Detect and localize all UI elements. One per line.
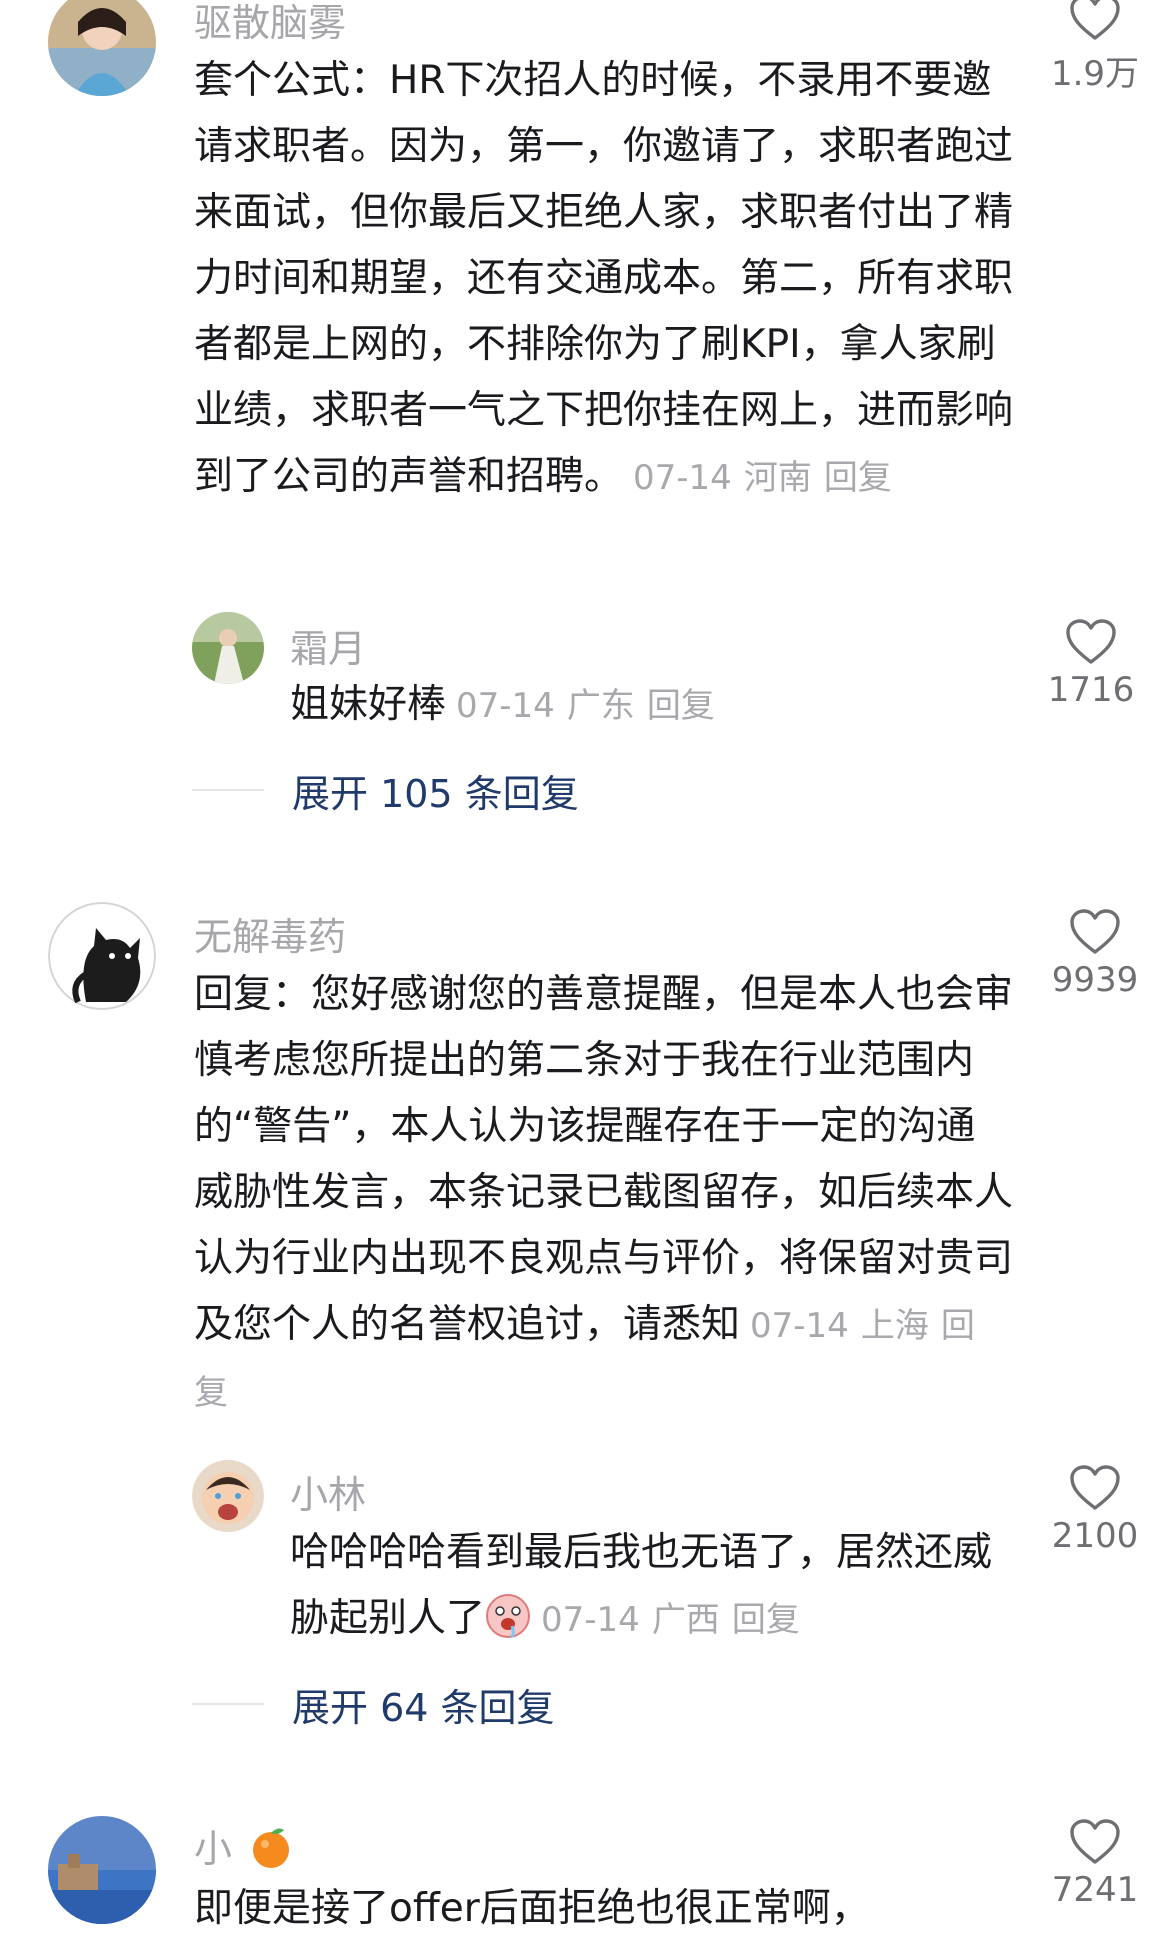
comment-username[interactable]: 驱散脑雾 bbox=[194, 0, 346, 47]
heart-icon bbox=[1070, 1465, 1120, 1510]
comment-body: 回复：您好感谢您的善意提醒，但是本人也会审慎考虑您所提出的第二条对于我在行业范围… bbox=[194, 972, 1014, 1347]
reply-location: 广西 bbox=[651, 1600, 720, 1640]
reply-body: 姐妹好棒 bbox=[290, 682, 447, 727]
expand-replies-label: 展开 105 条回复 bbox=[292, 771, 579, 816]
reply-meta: 07-14 广西 回复 bbox=[541, 1600, 812, 1640]
like-count: 2100 bbox=[1051, 1516, 1139, 1556]
like-count: 1.9万 bbox=[1050, 54, 1140, 94]
expand-replies-label: 展开 64 条回复 bbox=[292, 1685, 555, 1730]
like-button[interactable]: 1.9万 bbox=[1040, 0, 1150, 95]
comment-body: 即便是接了offer后面拒绝也很正常啊， bbox=[194, 1886, 870, 1931]
like-button[interactable]: 7241 bbox=[1040, 1818, 1150, 1952]
avatar[interactable] bbox=[48, 0, 156, 96]
orange-emoji-icon bbox=[253, 1828, 290, 1868]
reply-link[interactable]: 回复 bbox=[824, 458, 892, 498]
comment-text: 即便是接了offer后面拒绝也很正常啊， bbox=[194, 1876, 1014, 1952]
comment-date: 07-14 bbox=[633, 458, 732, 498]
like-count: 7241 bbox=[1051, 1870, 1139, 1910]
avatar[interactable] bbox=[48, 902, 156, 1010]
heart-icon bbox=[1070, 909, 1120, 954]
reply-text: 哈哈哈哈看到最后我也无语了，居然还威胁起别人了 07-14 广西 回复 bbox=[290, 1520, 1010, 1653]
comment-body: 套个公式：HR下次招人的时候，不录用不要邀请求职者。因为，第一，你邀请了，求职者… bbox=[194, 58, 1014, 499]
expand-replies-button[interactable]: 展开 105 条回复 bbox=[192, 760, 579, 820]
like-count: 1716 bbox=[1047, 670, 1135, 710]
comment-username[interactable]: 小 bbox=[194, 1818, 294, 1873]
expand-replies-button[interactable]: 展开 64 条回复 bbox=[192, 1674, 555, 1734]
comment-text: 回复：您好感谢您的善意提醒，但是本人也会审慎考虑您所提出的第二条对于我在行业范围… bbox=[194, 962, 1014, 1426]
comment-date: 07-14 bbox=[750, 1306, 849, 1346]
reply-text: 姐妹好棒 07-14 广东 回复 bbox=[290, 672, 1030, 739]
divider bbox=[192, 789, 264, 791]
divider bbox=[192, 1703, 264, 1705]
like-count: 9939 bbox=[1051, 960, 1139, 1000]
avatar[interactable] bbox=[192, 612, 264, 684]
comment-meta: 07-14 河南 回复 bbox=[633, 458, 904, 498]
avatar[interactable] bbox=[48, 1816, 156, 1924]
drooling-face-emoji-icon bbox=[486, 1594, 531, 1639]
heart-icon bbox=[1066, 619, 1116, 664]
heart-icon bbox=[1070, 1819, 1120, 1864]
reply-date: 07-14 bbox=[541, 1600, 640, 1640]
avatar[interactable] bbox=[192, 1460, 264, 1532]
reply-username[interactable]: 霜月 bbox=[290, 618, 366, 673]
like-button[interactable]: 1716 bbox=[1036, 618, 1146, 710]
reply-link[interactable]: 回复 bbox=[732, 1600, 800, 1640]
comment-location: 河南 bbox=[743, 458, 812, 498]
reply-meta: 07-14 广东 回复 bbox=[456, 686, 727, 726]
comment-username[interactable]: 无解毒药 bbox=[194, 906, 346, 961]
like-button[interactable]: 2100 bbox=[1040, 1464, 1150, 1556]
like-button[interactable]: 9939 bbox=[1040, 908, 1150, 1000]
username-text: 小 bbox=[194, 1827, 233, 1871]
reply-location: 广东 bbox=[566, 686, 635, 726]
heart-icon bbox=[1070, 0, 1120, 40]
reply-username[interactable]: 小林 bbox=[290, 1464, 366, 1519]
reply-link[interactable]: 回复 bbox=[647, 686, 715, 726]
comment-text: 套个公式：HR下次招人的时候，不录用不要邀请求职者。因为，第一，你邀请了，求职者… bbox=[194, 48, 1014, 511]
reply-date: 07-14 bbox=[456, 686, 555, 726]
comment-location: 上海 bbox=[860, 1306, 929, 1346]
